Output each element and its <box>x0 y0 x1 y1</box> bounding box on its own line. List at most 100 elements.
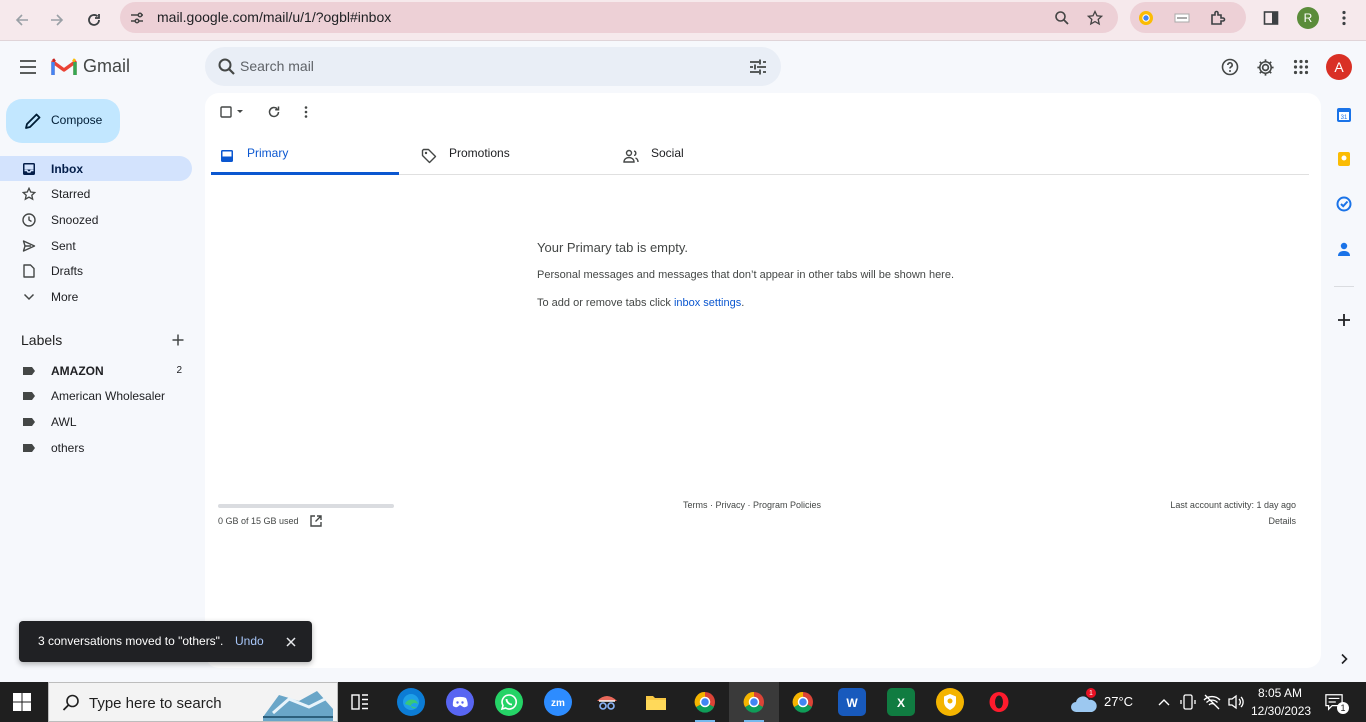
open-in-new-icon[interactable] <box>309 514 323 528</box>
clock-icon <box>21 212 37 228</box>
taskbar-whatsapp[interactable] <box>495 688 523 716</box>
taskbar-search-placeholder: Type here to search <box>89 695 222 712</box>
side-panel-button[interactable] <box>1260 7 1282 29</box>
settings-button[interactable] <box>1253 55 1277 79</box>
arrow-right-icon <box>51 14 64 26</box>
extension-logo-icon[interactable] <box>1173 9 1191 27</box>
label-icon <box>21 363 37 379</box>
show-side-panel-button[interactable] <box>1334 649 1354 669</box>
nav-item-snoozed[interactable]: Snoozed <box>0 207 192 232</box>
gmail-m-icon <box>51 57 77 75</box>
site-settings-icon[interactable] <box>128 9 146 27</box>
notification-center-button[interactable]: 1 <box>1325 693 1349 714</box>
select-checkbox[interactable] <box>218 102 246 122</box>
refresh-button[interactable] <box>264 102 284 122</box>
taskbar-edge[interactable] <box>397 688 425 716</box>
contacts-app-button[interactable] <box>1334 239 1354 259</box>
label-item-amazon[interactable]: AMAZON 2 <box>0 358 192 383</box>
main-menu-button[interactable] <box>16 55 40 79</box>
taskbar-app-shield[interactable] <box>936 688 964 716</box>
apps-grid-icon <box>1293 59 1309 75</box>
task-view-button[interactable] <box>346 688 374 716</box>
compose-button[interactable]: Compose <box>6 99 120 143</box>
taskbar-chrome-profile-r[interactable] <box>740 688 768 722</box>
apps-button[interactable] <box>1289 55 1313 79</box>
close-snackbar-button[interactable] <box>282 633 300 651</box>
taskbar-zoom[interactable]: zm <box>544 688 572 716</box>
weather-temperature[interactable]: 27°C <box>1104 694 1133 709</box>
chevron-down-icon <box>21 289 37 305</box>
taskbar-opera[interactable] <box>985 688 1013 716</box>
snackbar: 3 conversations moved to "others". Undo <box>19 621 312 662</box>
tray-device-button[interactable] <box>1179 693 1197 711</box>
windows-start-icon[interactable] <box>12 692 32 712</box>
people-icon <box>623 148 639 164</box>
task-view-icon <box>351 694 368 710</box>
calendar-app-button[interactable]: 31 <box>1334 105 1354 125</box>
nav-item-inbox[interactable]: Inbox <box>0 156 192 181</box>
network-button[interactable] <box>1203 693 1221 711</box>
back-button[interactable] <box>9 7 35 33</box>
more-vert-icon <box>1342 10 1346 26</box>
taskbar-discord[interactable] <box>446 688 474 716</box>
extension-chrome-icon[interactable] <box>1137 9 1155 27</box>
undo-button[interactable]: Undo <box>235 634 264 648</box>
profile-button[interactable]: R <box>1297 7 1319 29</box>
nav-item-more[interactable]: More <box>0 284 192 309</box>
taskbar-chrome-profile-1[interactable] <box>691 688 719 722</box>
taskbar-word[interactable]: W <box>838 688 866 716</box>
more-actions-button[interactable] <box>296 102 316 122</box>
labels-heading: Labels <box>21 332 63 348</box>
search-input[interactable] <box>240 55 740 77</box>
clock-time[interactable]: 8:05 AM <box>1258 686 1302 700</box>
support-button[interactable] <box>1218 55 1242 79</box>
taskbar-file-explorer[interactable] <box>642 688 670 716</box>
empty-state-description: Personal messages and messages that don’… <box>537 269 955 281</box>
tab-primary[interactable]: Primary <box>211 138 399 175</box>
storage-meter <box>218 504 394 508</box>
details-link[interactable]: Details <box>1268 516 1296 526</box>
nav-item-sent[interactable]: Sent <box>0 233 192 258</box>
get-addons-button[interactable] <box>1334 310 1354 330</box>
taskbar-search-box[interactable]: Type here to search <box>48 682 338 722</box>
zoom-icon[interactable] <box>1053 9 1071 27</box>
show-hidden-icons-button[interactable] <box>1155 693 1173 711</box>
bookmark-star-icon[interactable] <box>1086 9 1104 27</box>
tasks-app-button[interactable] <box>1334 194 1354 214</box>
taskbar-chrome-profile-3[interactable] <box>789 688 817 716</box>
nav-item-drafts[interactable]: Drafts <box>0 258 192 283</box>
device-icon <box>1180 694 1196 710</box>
search-options-icon[interactable] <box>747 56 769 78</box>
label-item-awl[interactable]: AWL <box>0 409 192 434</box>
volume-button[interactable] <box>1227 693 1245 711</box>
nav-item-starred[interactable]: Starred <box>0 181 192 206</box>
taskbar-excel[interactable]: X <box>887 688 915 716</box>
clock-date[interactable]: 12/30/2023 <box>1251 704 1311 718</box>
taskbar-snipping-tool[interactable] <box>593 688 621 716</box>
create-label-button[interactable] <box>169 331 187 349</box>
gmail-logo[interactable]: Gmail <box>51 56 130 77</box>
address-bar[interactable]: mail.google.com/mail/u/1/?ogbl#inbox <box>120 2 1118 33</box>
label-name: AWL <box>51 414 77 429</box>
tab-promotions[interactable]: Promotions <box>413 138 601 175</box>
forward-button[interactable] <box>44 7 70 33</box>
chrome-menu-button[interactable] <box>1333 7 1355 29</box>
footer-links[interactable]: Terms · Privacy · Program Policies <box>683 500 821 510</box>
profile-avatar: R <box>1297 7 1319 29</box>
label-name: American Wholesaler <box>51 388 166 403</box>
edge-icon <box>403 694 419 710</box>
nav-label: Snoozed <box>51 212 99 227</box>
nav-label: Drafts <box>51 263 84 278</box>
inbox-settings-link[interactable]: inbox settings <box>674 297 741 309</box>
label-item-american-wholesaler[interactable]: American Wholesaler <box>0 383 192 408</box>
reload-button[interactable] <box>81 7 107 33</box>
search-icon[interactable] <box>217 57 237 77</box>
search-bar[interactable] <box>205 47 781 86</box>
extensions-puzzle-icon[interactable] <box>1209 9 1227 27</box>
keep-app-button[interactable] <box>1334 149 1354 169</box>
account-avatar[interactable]: A <box>1326 54 1352 80</box>
speaker-icon <box>1228 694 1244 710</box>
label-item-others[interactable]: others <box>0 435 192 460</box>
nav-label: More <box>51 289 79 304</box>
tab-social[interactable]: Social <box>615 138 803 175</box>
